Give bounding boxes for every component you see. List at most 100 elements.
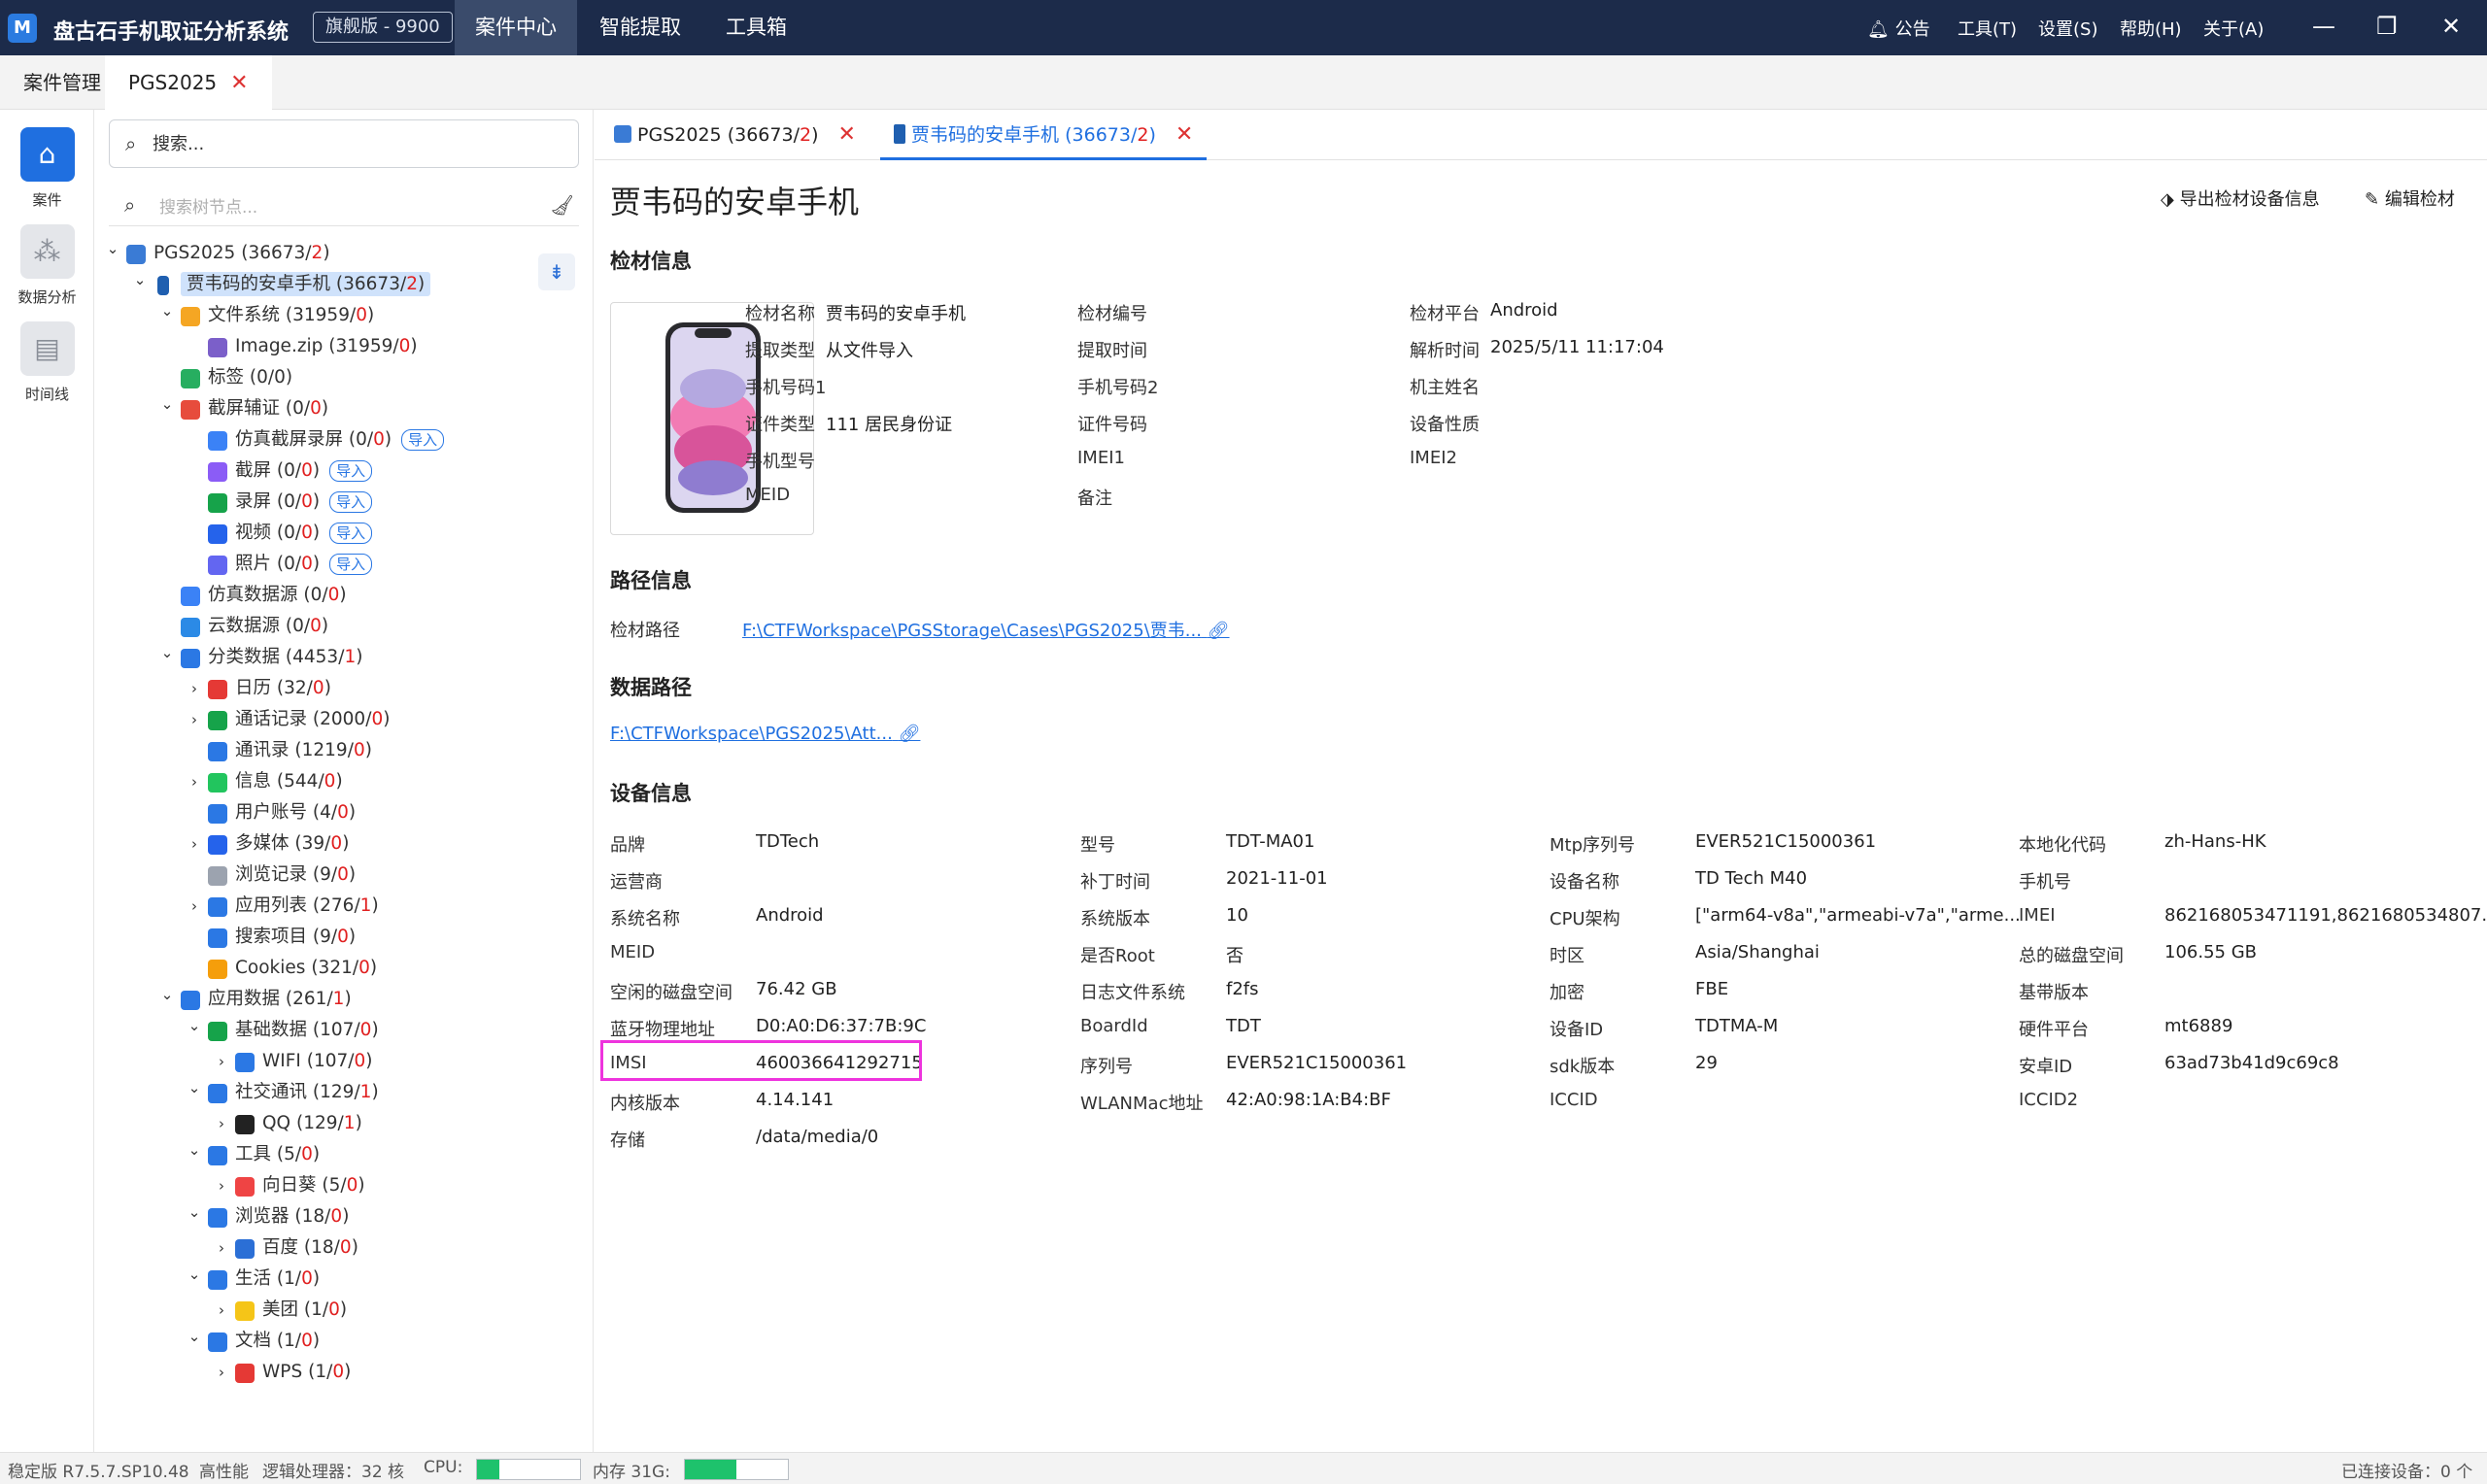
tree-node[interactable]: ⌄ 社交通讯 (129/1) [95,1077,593,1108]
tree-node[interactable]: ⌄ 生活 (1/0) [95,1264,593,1295]
device-field-label: 系统名称 [610,909,680,929]
tree-node-label: 社交通讯 [235,1082,308,1102]
tree-node[interactable]: ⌄ 工具 (5/0) [95,1139,593,1170]
edit-material-button[interactable]: ✎ 编辑检材 [2365,186,2455,211]
tree-node[interactable]: 仿真截屏录屏 (0/0) 导入 [95,424,593,455]
tree-node[interactable]: › WIFI (107/0) [95,1046,593,1077]
chevron-down-icon[interactable]: ⌄ [159,979,175,1010]
menu-help[interactable]: 帮助(H) [2120,16,2182,41]
chevron-right-icon[interactable]: › [187,828,202,860]
chevron-down-icon[interactable]: ⌄ [132,264,148,295]
tree-node[interactable]: ⌄ 浏览器 (18/0) [95,1201,593,1232]
tree-node[interactable]: 视频 (0/0) 导入 [95,518,593,549]
brush-icon[interactable]: 🧹︎ [550,193,574,217]
tree-node[interactable]: ⌄ 文档 (1/0) [95,1326,593,1357]
minimize-icon[interactable]: — [2312,12,2335,41]
tree-node[interactable]: › 应用列表 (276/1) [95,891,593,922]
restore-icon[interactable]: ❐ [2376,12,2398,41]
tree-node[interactable]: › 日历 (32/0) [95,673,593,704]
tree-node[interactable]: 搜索项目 (9/0) [95,922,593,953]
chevron-right-icon[interactable]: › [187,704,202,735]
chevron-right-icon[interactable]: › [214,1170,229,1201]
tree-node[interactable]: Image.zip (31959/0) [95,331,593,362]
menu-toolbox[interactable]: 工具箱 [705,0,807,55]
tree-node-label: 录屏 [235,491,272,512]
tree-node[interactable]: 照片 (0/0) 导入 [95,549,593,580]
tree-node[interactable]: › 通话记录 (2000/0) [95,704,593,735]
material-path-link[interactable]: F:\CTFWorkspace\PGSStorage\Cases\PGS2025… [742,617,1230,642]
chevron-right-icon[interactable]: › [214,1232,229,1264]
tree-node[interactable]: ⌄ 分类数据 (4453/1) [95,642,593,673]
close-tab-icon[interactable]: ✕ [838,122,856,147]
chevron-down-icon[interactable]: ⌄ [187,1197,202,1228]
import-button[interactable]: 导入 [329,523,373,544]
tree-node[interactable]: 通讯录 (1219/0) [95,735,593,766]
device-field-label: 是否Root [1080,946,1155,966]
tab-case-pgs2025[interactable]: PGS2025 (36673/2) ✕ [600,110,869,160]
rail-timeline[interactable]: ▤ 时间线 [0,321,94,404]
announcement-button[interactable]: 🔔︎ 公告 [1867,16,1930,41]
tab-device[interactable]: 贾韦码的安卓手机 (36673/2) ✕ [880,110,1208,160]
menu-settings[interactable]: 设置(S) [2038,16,2097,41]
chevron-down-icon[interactable]: ⌄ [159,295,175,326]
tree-node[interactable]: › WPS (1/0) [95,1357,593,1388]
chevron-right-icon[interactable]: › [187,891,202,922]
export-device-info-button[interactable]: ⬗ 导出检材设备信息 [2161,186,2320,211]
tree-node[interactable]: › 向日葵 (5/0) [95,1170,593,1201]
tree-search-input[interactable] [159,195,509,220]
tree-node[interactable]: › 美团 (1/0) [95,1295,593,1326]
rail-case[interactable]: ⌂ 案件 [0,127,94,210]
chevron-down-icon[interactable]: ⌄ [187,1072,202,1103]
menu-smart-extract[interactable]: 智能提取 [579,0,701,55]
menu-tools[interactable]: 工具(T) [1958,16,2017,41]
tree-node[interactable]: 截屏 (0/0) 导入 [95,455,593,487]
chevron-right-icon[interactable]: › [187,766,202,797]
chevron-right-icon[interactable]: › [214,1295,229,1326]
status-bar: 稳定版 R7.5.7.SP10.48 高性能 逻辑处理器：32 核 CPU: 内… [0,1452,2487,1484]
close-tab-icon[interactable]: ✕ [230,71,248,95]
menu-case-center[interactable]: 案件中心 [455,0,577,55]
import-button[interactable]: 导入 [329,491,373,513]
import-button[interactable]: 导入 [329,554,373,575]
tree-node[interactable]: ⌄ 基础数据 (107/0) [95,1015,593,1046]
tree-node-count: 4 [320,802,331,823]
chevron-down-icon[interactable]: ⌄ [187,1259,202,1290]
device-field-label: BoardId [1080,1016,1148,1036]
chevron-down-icon[interactable]: ⌄ [187,1134,202,1165]
close-icon[interactable]: ✕ [2441,12,2461,41]
tree-node[interactable]: ⌄ 截屏辅证 (0/0) [95,393,593,424]
chevron-right-icon[interactable]: › [214,1108,229,1139]
mem-label: 内存 31G: [593,1463,670,1482]
tree-node[interactable]: › QQ (129/1) [95,1108,593,1139]
tree-node-label: 视频 [235,523,272,543]
chevron-down-icon[interactable]: ⌄ [187,1321,202,1352]
tree-node[interactable]: 用户账号 (4/0) [95,797,593,828]
tree-node[interactable]: ⌄ PGS2025 (36673/2) [95,238,593,269]
export-icon: ⬗ [2161,189,2174,210]
tree-node[interactable]: › 多媒体 (39/0) [95,828,593,860]
case-search-input[interactable] [153,130,561,157]
chevron-down-icon[interactable]: ⌄ [105,233,120,264]
tab-pgs2025[interactable]: PGS2025 ✕ [105,55,272,110]
tree-node[interactable]: ⌄ 文件系统 (31959/0) [95,300,593,331]
chevron-right-icon[interactable]: › [187,673,202,704]
chevron-down-icon[interactable]: ⌄ [159,637,175,668]
chevron-right-icon[interactable]: › [214,1357,229,1388]
chevron-down-icon[interactable]: ⌄ [159,388,175,420]
import-button[interactable]: 导入 [401,429,445,451]
close-tab-icon[interactable]: ✕ [1175,122,1193,147]
import-button[interactable]: 导入 [329,460,373,482]
rail-data-analysis[interactable]: ⁂ 数据分析 [0,224,94,307]
tree-node[interactable]: 录屏 (0/0) 导入 [95,487,593,518]
tree-node[interactable]: 仿真数据源 (0/0) [95,580,593,611]
tree-node[interactable]: 浏览记录 (9/0) [95,860,593,891]
menu-about[interactable]: 关于(A) [2203,16,2264,41]
chevron-right-icon[interactable]: › [214,1046,229,1077]
tree-node[interactable]: ⌄ 应用数据 (261/1) [95,984,593,1015]
data-path-link[interactable]: F:\CTFWorkspace\PGS2025\Att... 🔗︎ [610,724,920,744]
screenshot-icon [181,400,200,420]
chevron-down-icon[interactable]: ⌄ [187,1010,202,1041]
tree-node[interactable]: › 百度 (18/0) [95,1232,593,1264]
material-field-value: Android [1490,300,1558,320]
tree-node[interactable]: › 信息 (544/0) [95,766,593,797]
